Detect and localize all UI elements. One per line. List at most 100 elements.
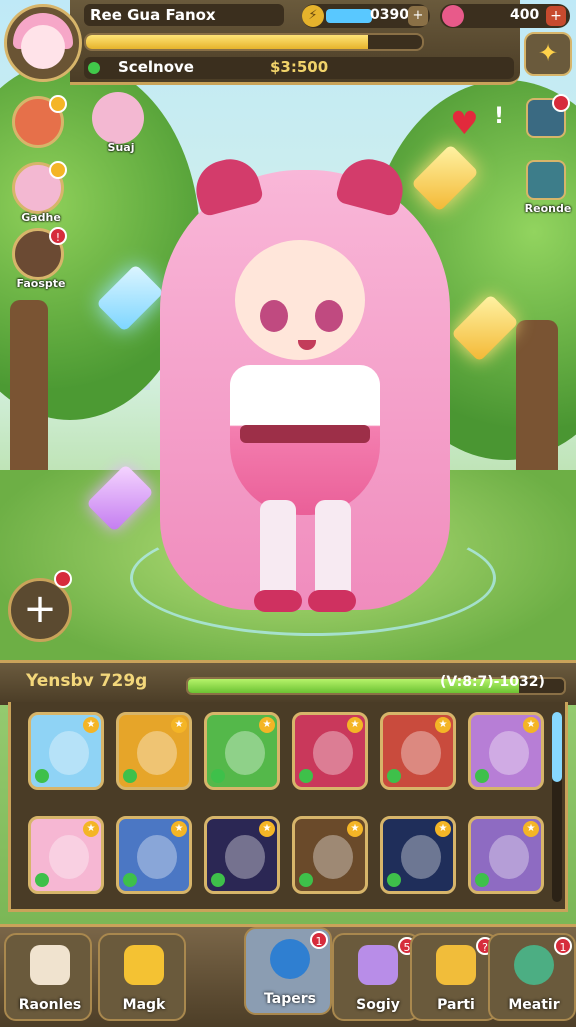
- inventory-scroll-thumb[interactable]: [552, 712, 562, 782]
- nav-meatir-badge: 1: [554, 937, 572, 955]
- nav-tapers[interactable]: Tapers 1: [244, 927, 332, 1015]
- element-pip-icon: [211, 769, 225, 783]
- nav-raonles-label: Raonles: [18, 997, 82, 1013]
- slot-shield-art: [225, 731, 265, 775]
- slot-silver-hair-girl[interactable]: ★: [468, 712, 544, 790]
- frog-icon: [514, 945, 554, 985]
- rarity-star-icon: ★: [347, 821, 363, 837]
- slot-pink-wand-art: [313, 731, 353, 775]
- slot-heart[interactable]: ★: [204, 816, 280, 894]
- element-pip-icon: [387, 769, 401, 783]
- nav-meatir[interactable]: Meatir 1: [488, 933, 576, 1021]
- slot-blue-hair-girl[interactable]: ★: [28, 712, 104, 790]
- rarity-star-icon: ★: [259, 821, 275, 837]
- avatar-face: [21, 25, 65, 69]
- nav-raonles[interactable]: Raonles: [4, 933, 92, 1021]
- slot-blue-feather-art: [313, 835, 353, 879]
- reonde-button[interactable]: Reonde: [525, 160, 571, 215]
- element-pip-icon: [123, 769, 137, 783]
- character-leg-left: [260, 500, 296, 600]
- menu-button[interactable]: ✦: [524, 32, 572, 76]
- side-faospte-badge: !: [49, 227, 67, 245]
- character-belt: [240, 425, 370, 443]
- rarity-star-icon: ★: [347, 717, 363, 733]
- character-shoe-left: [254, 590, 302, 612]
- gem-value: 400: [510, 7, 540, 23]
- slot-heart-art: [225, 835, 265, 879]
- energy-icon: ⚡: [302, 5, 324, 27]
- exclaim-icon: !: [494, 104, 505, 129]
- slot-pink-hair-girl[interactable]: ★: [28, 816, 104, 894]
- magic-crystal-icon: [124, 945, 164, 985]
- energy-resource: ⚡ 0390 +: [302, 4, 430, 28]
- inventory-scrollbar[interactable]: [552, 712, 562, 902]
- main-character[interactable]: [150, 150, 450, 620]
- inventory-header: Yensbv 729g (V:8:7)-1032): [0, 660, 576, 705]
- rarity-star-icon: ★: [171, 821, 187, 837]
- side-faospte-label: Faospte: [16, 277, 66, 290]
- inventory-count: (V:8:7)-1032): [440, 674, 545, 690]
- player-avatar[interactable]: [4, 4, 82, 82]
- xp-bar: [84, 33, 424, 51]
- character-shoe-right: [308, 590, 356, 612]
- slot-silver-hair-girl-art: [489, 731, 529, 775]
- nav-magk[interactable]: Magk: [98, 933, 186, 1021]
- nav-sogiy[interactable]: Sogiy 5: [332, 933, 420, 1021]
- side-hero-red[interactable]: [12, 95, 67, 148]
- element-pip-icon: [475, 769, 489, 783]
- nav-sogiy-label: Sogiy: [356, 997, 400, 1013]
- energy-add-button[interactable]: +: [408, 6, 428, 26]
- side-hero-pink-label: Suaj: [107, 141, 135, 154]
- status-row: Scelnove $3:500: [84, 57, 514, 79]
- gem-add-button[interactable]: +: [546, 6, 566, 26]
- element-pip-icon: [387, 873, 401, 887]
- element-pip-icon: [211, 873, 225, 887]
- element-pip-icon: [35, 769, 49, 783]
- energy-bar: [326, 9, 372, 23]
- add-button-badge: [54, 570, 72, 588]
- slot-blonde-girl[interactable]: ★: [468, 816, 544, 894]
- player-name: Ree Gua Fanox: [84, 4, 284, 26]
- gem-resource: 400 +: [440, 4, 570, 28]
- chest-button[interactable]: [526, 94, 570, 138]
- element-pip-icon: [123, 873, 137, 887]
- status-text: Scelnove: [118, 58, 194, 76]
- nav-magk-label: Magk: [122, 997, 166, 1013]
- element-pip-icon: [35, 873, 49, 887]
- xp-bar-fill: [86, 35, 369, 49]
- element-pip-icon: [299, 769, 313, 783]
- heart-icon[interactable]: ♥: [450, 104, 479, 142]
- slot-shield[interactable]: ★: [204, 712, 280, 790]
- character-leg-right: [315, 500, 351, 600]
- slot-bear-girl[interactable]: ★: [380, 712, 456, 790]
- element-pip-icon: [475, 873, 489, 887]
- rarity-star-icon: ★: [83, 821, 99, 837]
- slot-pink-hair-girl-art: [49, 835, 89, 879]
- energy-value: 0390: [370, 7, 409, 23]
- side-gadhe[interactable]: Gadhe: [12, 161, 67, 224]
- character-eye-left: [260, 300, 288, 332]
- side-hero-pink[interactable]: Suaj: [92, 92, 144, 154]
- nav-parti[interactable]: Parti ?: [410, 933, 498, 1021]
- slot-brown-hair-girl[interactable]: ★: [116, 816, 192, 894]
- slot-golden-crystal[interactable]: ★: [116, 712, 192, 790]
- side-faospte[interactable]: Faospte !: [12, 227, 67, 290]
- reonde-label: Reonde: [524, 202, 572, 215]
- slot-blue-hair-girl-art: [49, 731, 89, 775]
- inventory-title: Yensbv 729g: [26, 671, 148, 691]
- slot-pink-wand[interactable]: ★: [292, 712, 368, 790]
- slot-blue-gem-art: [401, 835, 441, 879]
- shield-g-icon: [270, 939, 310, 979]
- online-dot-icon: [88, 62, 100, 74]
- cube-icon: [358, 945, 398, 985]
- bottom-nav: Raonles Magk Tapers 1 Sogiy 5 Parti ? Me…: [0, 924, 576, 1027]
- rarity-star-icon: ★: [259, 717, 275, 733]
- side-hero-red-badge: [49, 95, 67, 113]
- rarity-star-icon: ★: [83, 717, 99, 733]
- slot-blue-gem[interactable]: ★: [380, 816, 456, 894]
- rarity-star-icon: ★: [435, 717, 451, 733]
- slot-blue-feather[interactable]: ★: [292, 816, 368, 894]
- dog-icon: [30, 945, 70, 985]
- gem-icon: [442, 5, 464, 27]
- element-pip-icon: [299, 873, 313, 887]
